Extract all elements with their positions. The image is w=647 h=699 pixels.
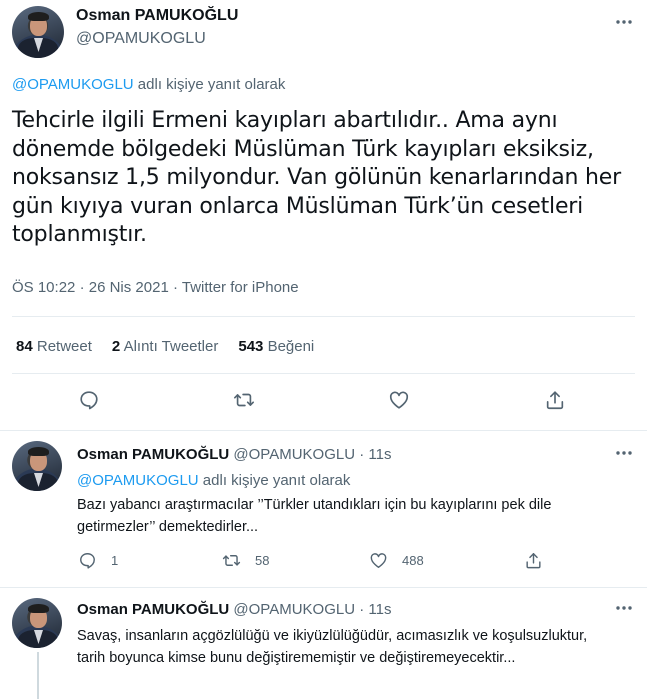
share-upload-icon (526, 553, 541, 569)
retweet-count: 84 (16, 338, 33, 355)
share-button[interactable] (544, 389, 566, 411)
quote-stat-label: Alıntı Tweetler (123, 338, 219, 355)
like-stat-label: Beğeni (267, 338, 315, 355)
avatar[interactable] (12, 598, 62, 648)
like-count: 543 (238, 338, 264, 355)
more-horizontal-icon (616, 20, 632, 24)
author-handle[interactable]: @OPAMUKOGLU (233, 601, 355, 618)
reply-mention-link[interactable]: @OPAMUKOGLU (12, 76, 134, 93)
divider (12, 373, 635, 374)
more-button[interactable] (612, 600, 636, 616)
heart-icon (370, 553, 387, 568)
header-separator: · (355, 601, 369, 618)
tweet-text: Savaş, insanların açgözlülüğü ve ikiyüzl… (77, 628, 588, 666)
reply-bubble-icon (80, 391, 98, 410)
tweet-time[interactable]: 11s (368, 601, 391, 618)
share-upload-icon (546, 391, 564, 410)
reply-button[interactable] (78, 389, 100, 411)
author-name[interactable]: Osman PAMUKOĞLU (76, 7, 238, 25)
author-handle[interactable]: @OPAMUKOGLU (233, 446, 355, 463)
tweet-time[interactable]: 11s (368, 446, 391, 463)
meta-separator: · (172, 279, 182, 296)
divider (0, 587, 647, 588)
reply-header: Osman PAMUKOĞLU @OPAMUKOGLU · 11s (77, 601, 391, 618)
reply-mention-link[interactable]: @OPAMUKOGLU (77, 472, 199, 489)
tweet-stats: 84 Retweet 2 Alıntı Tweetler 543 Beğeni (16, 338, 314, 355)
like-stat[interactable]: 543 Beğeni (238, 338, 314, 355)
meta-separator: · (79, 279, 89, 296)
reply-header: Osman PAMUKOĞLU @OPAMUKOGLU · 11s (77, 446, 391, 463)
header-separator: · (355, 446, 369, 463)
retweet-icon (234, 393, 254, 407)
more-horizontal-icon (616, 451, 632, 455)
share-button[interactable] (524, 551, 543, 570)
tweet-client[interactable]: Twitter for iPhone (182, 279, 299, 296)
heart-icon (389, 391, 409, 409)
replying-to: @OPAMUKOGLU adlı kişiye yanıt olarak (12, 76, 285, 93)
like-count: 488 (402, 553, 424, 568)
reply-count: 1 (111, 553, 119, 568)
divider (12, 316, 635, 317)
author-name[interactable]: Osman PAMUKOĞLU (77, 601, 229, 618)
tweet-text: Bazı yabancı araştırmacılar ’’Türkler ut… (77, 497, 552, 535)
quote-stat[interactable]: 2 Alıntı Tweetler (112, 338, 218, 355)
more-button[interactable] (612, 14, 636, 30)
like-button[interactable] (388, 389, 410, 411)
reply-to-label: adlı kişiye yanıt olarak (198, 472, 351, 489)
more-horizontal-icon (616, 606, 632, 610)
retweet-button[interactable]: 58 (222, 551, 269, 570)
tweet-text: Tehcirle ilgili Ermeni kayıpları abartıl… (12, 108, 621, 247)
retweet-button[interactable] (233, 389, 255, 411)
replying-to: @OPAMUKOGLU adlı kişiye yanıt olarak (77, 472, 350, 489)
tweet-meta: ÖS 10:22 · 26 Nis 2021 · Twitter for iPh… (12, 279, 299, 296)
author-name[interactable]: Osman PAMUKOĞLU (77, 446, 229, 463)
reply-button[interactable]: 1 (78, 551, 118, 570)
more-button[interactable] (612, 445, 636, 461)
like-button[interactable]: 488 (369, 551, 424, 570)
reply-to-label: adlı kişiye yanıt olarak (133, 76, 286, 93)
tweet-date[interactable]: 26 Nis 2021 (89, 279, 169, 296)
tweet-time[interactable]: ÖS 10:22 (12, 279, 75, 296)
quote-count: 2 (111, 338, 121, 355)
thread-line (37, 652, 39, 699)
reply-bubble-icon (80, 553, 95, 569)
retweet-stat[interactable]: 84 Retweet (16, 338, 92, 355)
avatar[interactable] (12, 6, 64, 58)
retweet-count: 58 (255, 553, 270, 568)
retweet-stat-label: Retweet (36, 338, 92, 355)
author-handle[interactable]: @OPAMUKOGLU (76, 30, 206, 48)
avatar[interactable] (12, 441, 62, 491)
retweet-icon (222, 555, 241, 566)
divider (0, 430, 647, 431)
